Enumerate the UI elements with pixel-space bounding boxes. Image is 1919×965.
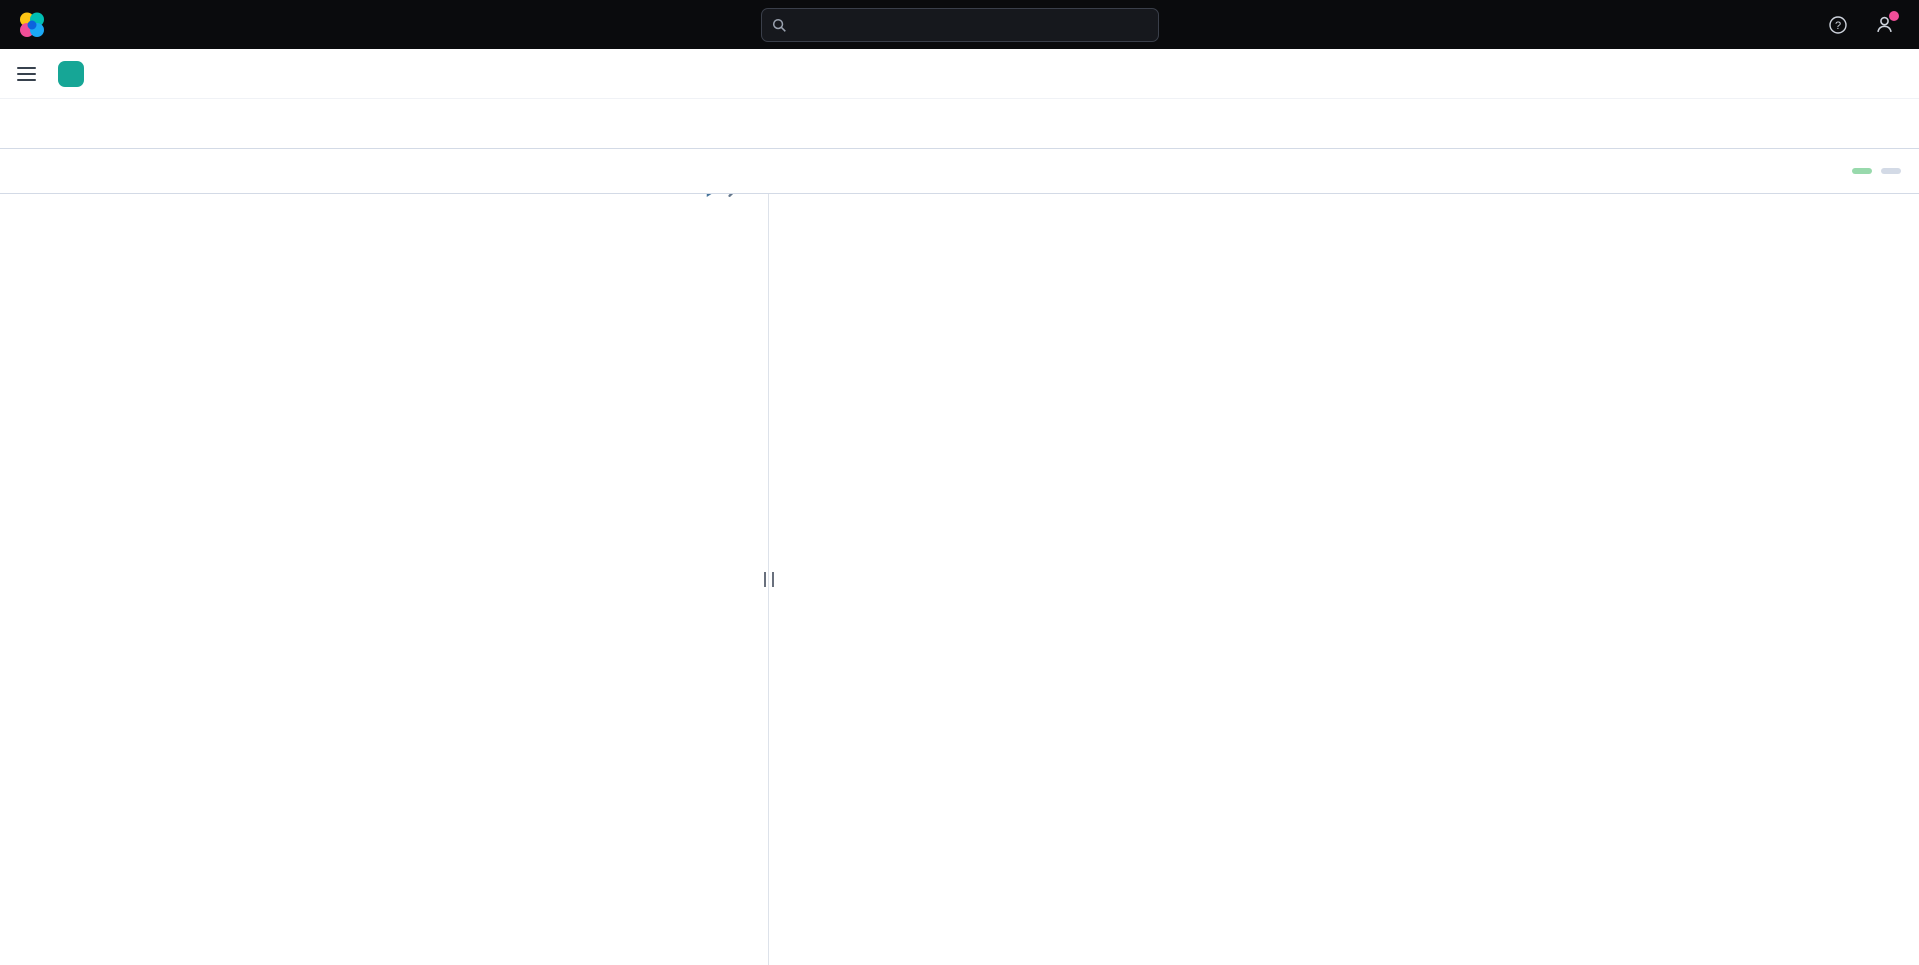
response-viewer-pane[interactable] [775,194,1919,965]
console-workspace [0,194,1919,965]
elastic-logo-icon[interactable] [18,11,46,39]
kibana-app: ? [0,0,1919,965]
wrench-icon[interactable] [726,194,741,199]
send-request-button[interactable] [703,194,718,199]
breadcrumb-bar [0,49,1919,99]
global-search[interactable] [761,8,1159,42]
help-icon[interactable]: ? [1827,14,1849,36]
console-status [1852,168,1901,174]
request-editor-pane[interactable] [0,194,761,965]
space-badge[interactable] [58,61,84,87]
time-badge [1881,168,1901,174]
tab-bar [0,99,1919,149]
search-input[interactable] [795,16,1158,34]
menu-hamburger-icon[interactable] [17,66,36,82]
search-icon [772,18,787,33]
request-actions [703,194,741,199]
user-avatar-icon[interactable] [1873,14,1895,36]
notification-dot [1889,11,1899,21]
console-menu [0,149,1919,194]
divider-grip-icon[interactable] [764,572,774,587]
header-icons: ? [1827,14,1901,36]
svg-text:?: ? [1835,20,1841,32]
global-header: ? [0,0,1919,49]
split-divider[interactable] [761,194,775,965]
status-badge [1852,168,1872,174]
